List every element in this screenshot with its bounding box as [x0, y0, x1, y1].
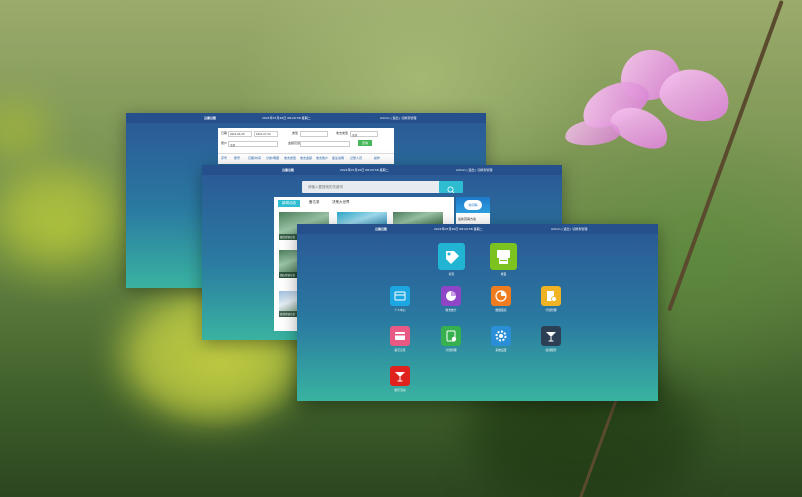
- column-header: 日期/时间: [248, 156, 262, 160]
- app-tile[interactable]: [441, 326, 461, 346]
- query-button[interactable]: 查询: [358, 140, 372, 146]
- card-icon: [395, 332, 405, 340]
- app-cashier[interactable]: 收银: [490, 243, 517, 276]
- category-label: 收支类型: [336, 131, 349, 135]
- user-links[interactable]: Admin | 退出 | 切换到管理: [456, 168, 492, 172]
- app-label: 标签: [448, 272, 455, 276]
- app-label: 娱乐活动: [394, 388, 406, 392]
- window-titlebar: 云南记账 2021年07月20日 08:20:58 星期二 Admin | 退出…: [202, 165, 562, 175]
- report-icon: [495, 290, 507, 302]
- wallet-icon: [394, 291, 406, 301]
- app-label: 收银: [500, 272, 507, 276]
- app-tile[interactable]: [438, 243, 465, 270]
- user-links[interactable]: Admin | 退出 | 切换到管理: [551, 227, 587, 231]
- app-label: 在线服务: [545, 348, 557, 352]
- table-header: 序号 账号 日期/时间 分类/明细 收支类型 收支金额 收支账户 备注说明 记账…: [218, 153, 394, 162]
- date-from-input[interactable]: 2021-06-30: [228, 131, 252, 137]
- app-tile[interactable]: [541, 286, 561, 306]
- app-title: 云南记账: [204, 116, 217, 120]
- user-links[interactable]: Admin | 退出 | 切换到管理: [380, 116, 416, 120]
- search-icon: [447, 186, 455, 194]
- search-input[interactable]: 请输入要搜索的关键词: [302, 181, 440, 193]
- column-header: 账号: [234, 156, 241, 160]
- tab-news[interactable]: 新闻动态: [278, 200, 300, 207]
- app-tag[interactable]: 标签: [438, 243, 465, 276]
- app-plan-management[interactable]: 计划管理: [541, 286, 561, 312]
- app-label: 系统设置: [495, 348, 507, 352]
- column-header: 分类/明细: [266, 156, 280, 160]
- column-header: 收支账户: [316, 156, 329, 160]
- calculator-icon: [446, 330, 457, 342]
- app-tile[interactable]: [441, 286, 461, 306]
- amount-label: 金额范围: [288, 141, 301, 145]
- app-statistics[interactable]: 收支统计: [441, 286, 461, 312]
- tab-memo[interactable]: 备忘录: [309, 200, 320, 205]
- column-header: 记账人员: [350, 156, 363, 160]
- news-thumbnail[interactable]: 酒店营销方案: [279, 250, 297, 278]
- column-header: 收支类型: [284, 156, 297, 160]
- datetime-text: 2021年07月20日 08:20:58 星期二: [262, 116, 311, 120]
- app-report[interactable]: 数据报表: [491, 286, 511, 312]
- app-label: 个人中心: [394, 308, 406, 312]
- app-tile[interactable]: [541, 326, 561, 346]
- date-to-input[interactable]: 2021-07-20: [254, 131, 278, 137]
- tab-decision[interactable]: 决策大世界: [332, 200, 350, 205]
- search-button[interactable]: [439, 181, 463, 194]
- bokeh-spot: [0, 170, 110, 260]
- app-plan[interactable]: 计划管理: [441, 326, 461, 352]
- column-header: 收支金额: [300, 156, 313, 160]
- app-label: 备忘记录: [394, 348, 406, 352]
- app-personal[interactable]: 个人中心: [390, 286, 410, 312]
- app-online-service[interactable]: 在线服务: [541, 326, 561, 352]
- cocktail-icon: [546, 332, 556, 342]
- datetime-text: 2021年07月20日 08:20:58 星期二: [340, 168, 389, 172]
- flower: [560, 40, 760, 170]
- app-label: 数据报表: [495, 308, 507, 312]
- document-settings-icon: [547, 291, 557, 302]
- cashier-icon: [497, 250, 510, 264]
- account-select[interactable]: 全部: [228, 141, 278, 147]
- app-title: 云南记账: [375, 227, 388, 231]
- app-entertainment[interactable]: 娱乐活动: [390, 366, 410, 392]
- type-select[interactable]: [300, 131, 328, 137]
- amount-input[interactable]: [300, 141, 350, 147]
- bokeh-spot: [0, 100, 50, 160]
- app-title: 云南记账: [282, 168, 295, 172]
- side-panel-header: 新闻稿: [456, 197, 490, 213]
- app-settings[interactable]: 系统设置: [491, 326, 511, 352]
- window-titlebar: 云南记账 2021年07月20日 08:20:58 星期二 Admin | 退出…: [126, 113, 486, 123]
- pie-chart-icon: [446, 291, 456, 301]
- column-header: 备注说明: [332, 156, 345, 160]
- window-app-launcher[interactable]: 云南记账 2021年07月20日 08:20:58 星期二 Admin | 退出…: [297, 224, 658, 401]
- window-titlebar: 云南记账 2021年07月20日 08:20:58 星期二 Admin | 退出…: [297, 224, 658, 234]
- type-label: 类型: [292, 131, 299, 135]
- cocktail-icon: [395, 372, 405, 382]
- category-select[interactable]: 全部: [350, 131, 378, 137]
- app-tile[interactable]: [390, 366, 410, 386]
- app-label: 收支统计: [445, 308, 457, 312]
- datetime-text: 2021年07月20日 08:20:58 星期二: [434, 227, 483, 231]
- account-label: 账户: [221, 141, 228, 145]
- side-link[interactable]: 最新营销方案: [458, 217, 476, 221]
- side-badge: 新闻稿: [464, 200, 482, 210]
- app-label: 计划管理: [545, 308, 557, 312]
- app-tile[interactable]: [491, 286, 511, 306]
- gear-icon: [495, 330, 507, 342]
- app-tile[interactable]: [390, 326, 410, 346]
- app-tile[interactable]: [490, 243, 517, 270]
- app-tile[interactable]: [390, 286, 410, 306]
- tag-icon: [446, 251, 459, 264]
- app-label: 计划管理: [445, 348, 457, 352]
- date-label: 日期: [221, 131, 228, 135]
- app-tile[interactable]: [491, 326, 511, 346]
- column-header: 序号: [221, 156, 228, 160]
- news-thumbnail[interactable]: 旅游营销方案: [279, 291, 297, 317]
- app-memo[interactable]: 备忘记录: [390, 326, 410, 352]
- column-header: 操作: [374, 156, 381, 160]
